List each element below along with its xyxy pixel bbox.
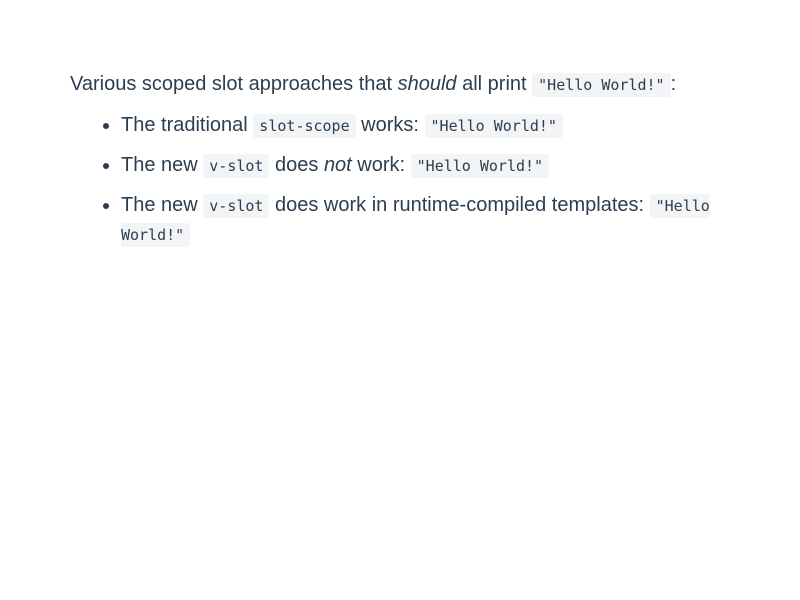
intro-paragraph: Various scoped slot approaches that shou… <box>70 70 730 99</box>
item-code: v-slot <box>203 194 270 218</box>
item-middle-before-emphasis: does <box>269 154 324 176</box>
intro-text-after: : <box>670 73 677 95</box>
list-item: The new v-slot does work in runtime-comp… <box>121 191 730 249</box>
intro-text-middle: all print <box>456 73 533 95</box>
item-prefix: The traditional <box>121 114 254 136</box>
list-item: The traditional slot-scope works: "Hello… <box>121 111 730 140</box>
item-middle: works: <box>355 114 425 136</box>
item-prefix: The new <box>121 154 204 176</box>
approach-list: The traditional slot-scope works: "Hello… <box>70 111 730 249</box>
list-item: The new v-slot does not work: "Hello Wor… <box>121 151 730 180</box>
item-code: v-slot <box>203 154 270 178</box>
content: Various scoped slot approaches that shou… <box>70 70 730 260</box>
item-prefix: The new <box>121 194 204 216</box>
item-code: slot-scope <box>253 114 356 138</box>
item-middle: work: <box>351 154 411 176</box>
item-result: "Hello World!" <box>410 154 550 178</box>
intro-emphasis: should <box>397 73 457 95</box>
item-result: "Hello World!" <box>424 114 563 138</box>
intro-text-before: Various scoped slot approaches that <box>70 73 398 95</box>
item-middle: does work in runtime-compiled templates: <box>269 194 650 216</box>
item-emphasis: not <box>323 154 352 176</box>
intro-code: "Hello World!" <box>532 73 671 97</box>
